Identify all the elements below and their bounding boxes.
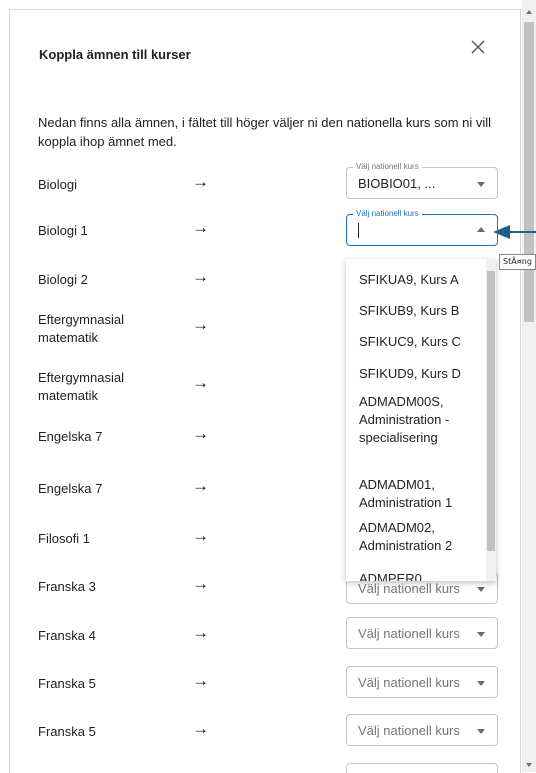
- select-legend: Välj nationell kurs: [353, 161, 422, 173]
- text-cursor: [358, 223, 359, 238]
- dropdown-option[interactable]: SFIKUC9, Kurs C: [359, 333, 479, 351]
- select-placeholder: Välj nationell kurs: [358, 723, 460, 738]
- dropdown-option[interactable]: SFIKUB9, Kurs B: [359, 302, 479, 320]
- subject-label: Eftergymnasial matematik: [38, 312, 124, 345]
- page-scrollbar[interactable]: [522, 0, 536, 772]
- tooltip: StÃ¤ng: [499, 254, 536, 270]
- arrow-right-icon: →: [192, 476, 209, 495]
- arrow-right-icon: →: [192, 623, 209, 642]
- chevron-down-icon: [477, 681, 485, 686]
- chevron-down-icon: [477, 632, 485, 637]
- arrow-right-icon: →: [192, 671, 209, 690]
- subject-label: Engelska 7: [38, 429, 103, 444]
- select-placeholder: Välj nationell kurs: [358, 581, 460, 596]
- dropdown-scrollbar-thumb[interactable]: [487, 271, 495, 551]
- course-select[interactable]: Välj nationell kurs BIOBIO01, ...: [346, 161, 498, 199]
- course-select[interactable]: Välj nationell kurs: [346, 666, 498, 698]
- subject-label: Biologi 2: [38, 272, 88, 287]
- arrow-right-icon: →: [192, 424, 209, 443]
- dropdown-option[interactable]: SFIKUD9, Kurs D: [359, 365, 479, 383]
- intro-text: Nedan finns alla ämnen, i fältet till hö…: [38, 115, 492, 149]
- course-select[interactable]: Välj nationell kurs: [346, 617, 498, 649]
- subject-label: Engelska 7: [38, 481, 103, 496]
- dialog-title: Koppla ämnen till kurser: [39, 47, 191, 62]
- dialog: Koppla ämnen till kurser Nedan finns all…: [9, 9, 521, 773]
- chevron-down-icon: [477, 729, 485, 734]
- subject-label: Eftergymnasial matematik: [38, 370, 124, 403]
- course-dropdown-list[interactable]: SFIKUA9, Kurs A SFIKUB9, Kurs B SFIKUC9,…: [346, 259, 496, 581]
- page-scrollbar-thumb[interactable]: [524, 22, 534, 322]
- subject-label: Franska 5: [38, 676, 96, 691]
- select-value: BIOBIO01, ...: [358, 176, 436, 191]
- subject-label: Franska 3: [38, 579, 96, 594]
- close-button[interactable]: [468, 37, 488, 57]
- dropdown-scrollbar[interactable]: [486, 259, 496, 581]
- chevron-down-icon: [477, 587, 485, 592]
- course-select[interactable]: Välj nationell kurs: [346, 714, 498, 746]
- select-legend: Välj nationell kurs: [353, 208, 422, 220]
- chevron-up-icon: [477, 227, 485, 232]
- arrow-right-icon: →: [192, 267, 209, 286]
- arrow-right-icon: →: [192, 315, 209, 334]
- subject-label: Franska 5: [38, 724, 96, 739]
- chevron-down-icon: [477, 182, 485, 187]
- arrow-right-icon: →: [192, 526, 209, 545]
- dropdown-option[interactable]: ADMADM02, Administration 2: [359, 519, 479, 555]
- course-select-active[interactable]: Välj nationell kurs: [346, 208, 498, 246]
- dropdown-option[interactable]: ADMPER0,: [359, 570, 479, 581]
- subject-label: Filosofi 1: [38, 531, 91, 546]
- dropdown-option[interactable]: ADMADM01, Administration 1: [359, 476, 479, 512]
- arrow-right-icon: →: [192, 719, 209, 738]
- subject-label: Franska 4: [38, 628, 96, 643]
- scroll-up-icon[interactable]: [526, 10, 532, 14]
- arrow-right-icon: →: [192, 172, 209, 191]
- select-placeholder: Välj nationell kurs: [358, 675, 460, 690]
- dropdown-option[interactable]: SFIKUA9, Kurs A: [359, 271, 479, 289]
- arrow-right-icon: →: [192, 574, 209, 593]
- scroll-down-icon[interactable]: [526, 763, 532, 767]
- subject-label: Biologi 1: [38, 223, 88, 238]
- dropdown-option[interactable]: ADMADM00S, Administration - specialiseri…: [359, 393, 479, 447]
- close-icon[interactable]: [468, 37, 488, 57]
- select-placeholder: Välj nationell kurs: [358, 626, 460, 641]
- arrow-right-icon: →: [192, 373, 209, 392]
- arrow-right-icon: →: [192, 218, 209, 237]
- subject-label: Biologi: [38, 177, 78, 192]
